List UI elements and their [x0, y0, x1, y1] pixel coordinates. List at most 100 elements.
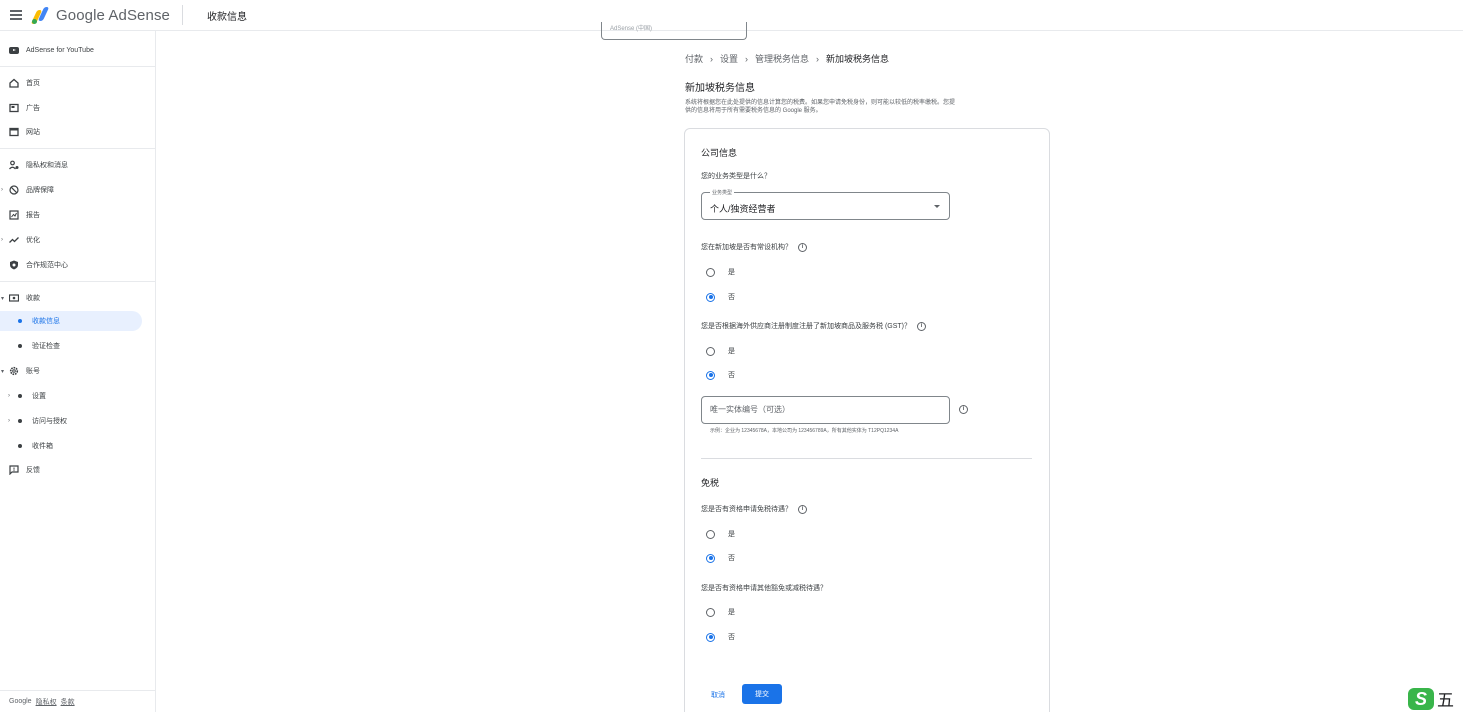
sidebar-item-label: 首页 [26, 80, 40, 87]
sidebar-item-label: 账号 [26, 368, 40, 375]
sidebar-item-home[interactable]: 首页 [0, 73, 150, 93]
submit-button[interactable]: 提交 [742, 684, 782, 704]
sidebar-item-brand-safety[interactable]: › 品牌保障 [0, 180, 150, 200]
sidebar-item-adsense-for-youtube[interactable]: AdSense for YouTube [0, 40, 150, 60]
ime-logo-icon: S [1408, 687, 1434, 710]
radio-circle[interactable] [706, 632, 715, 642]
cancel-button[interactable]: 取消 [704, 686, 732, 704]
collapse-caret-icon[interactable]: ▾ [1, 368, 4, 375]
bullet-icon [18, 319, 22, 323]
sidebar-item-payments-info[interactable]: 收款信息 [0, 311, 142, 331]
collapse-caret-icon[interactable]: ▾ [1, 295, 4, 302]
footer-google: Google [9, 698, 32, 705]
sidebar-item-label: 反馈 [26, 467, 40, 474]
expand-caret-icon[interactable]: › [8, 418, 10, 424]
sidebar-item-reports[interactable]: 报告 [0, 205, 150, 225]
pe-no-radio[interactable]: 否 [706, 292, 735, 302]
scrolled-field-remnant: AdSense (中国) [601, 22, 747, 40]
sites-icon [9, 127, 19, 137]
chevron-right-icon: › [745, 53, 749, 64]
pe-question: 您在新加坡是否有常设机构？ i [701, 242, 807, 252]
gear-icon [9, 366, 19, 376]
pe-yes-radio[interactable]: 是 [706, 267, 735, 277]
sidebar-item-sites[interactable]: 网站 [0, 122, 150, 142]
sidebar-item-label: 优化 [26, 237, 40, 244]
sidebar-divider [0, 148, 155, 149]
section-divider [701, 458, 1032, 459]
sidebar-item-verification[interactable]: 验证检查 [0, 336, 150, 356]
other-relief-question: 您是否有资格申请其他豁免或减税待遇？ [701, 585, 827, 592]
sidebar-item-privacy-messaging[interactable]: 隐私权和消息 [0, 155, 150, 175]
sidebar-item-feedback[interactable]: 反馈 [0, 460, 150, 480]
radio-circle[interactable] [706, 553, 715, 563]
sidebar-item-inbox[interactable]: 收件箱 [0, 436, 150, 456]
radio-circle[interactable] [706, 267, 715, 277]
company-info-heading: 公司信息 [701, 148, 738, 158]
gst-no-radio[interactable]: 否 [706, 370, 735, 380]
chevron-right-icon: › [710, 53, 714, 64]
youtube-icon [9, 45, 19, 55]
sidebar-item-label: 广告 [26, 105, 40, 112]
breadcrumb-settings[interactable]: 设置 [720, 52, 738, 65]
radio-circle[interactable] [706, 529, 715, 539]
sidebar-item-optimization[interactable]: › 优化 [0, 230, 150, 250]
menu-icon[interactable] [10, 10, 22, 20]
brand-name[interactable]: Google AdSense [56, 7, 170, 24]
sidebar-item-settings[interactable]: › 设置 [0, 386, 150, 406]
ime-indicator[interactable]: S 五 [1408, 686, 1454, 711]
business-type-select[interactable]: 业务类型 个人/独资经营者 [701, 189, 950, 220]
radio-circle[interactable] [706, 370, 715, 380]
uen-input[interactable] [710, 405, 940, 414]
sidebar-item-ads[interactable]: 广告 [0, 98, 150, 118]
select-floating-label: 业务类型 [710, 189, 735, 196]
payments-icon [9, 293, 19, 303]
form-description: 系统将根据您在此处提供的信息计算您的税费。如果您申请免税身份，则可能以较低的税率… [685, 100, 956, 114]
bullet-icon [18, 344, 22, 348]
terms-link[interactable]: 条款 [61, 697, 75, 707]
sidebar-item-account[interactable]: ▾ 账号 [0, 361, 150, 381]
trending-icon [9, 235, 19, 245]
people-icon [9, 160, 19, 170]
relief-yes-radio[interactable]: 是 [706, 607, 735, 617]
sidebar-item-payments[interactable]: ▾ 收款 [0, 288, 150, 308]
info-icon[interactable]: i [798, 242, 807, 252]
block-icon [9, 185, 19, 195]
sidebar-item-access-authorization[interactable]: › 访问与授权 [0, 411, 150, 431]
sidebar-divider [0, 281, 155, 282]
sidebar-item-label: 收款信息 [32, 318, 60, 325]
breadcrumb-current: 新加坡税务信息 [826, 54, 890, 64]
uen-field[interactable] [701, 396, 950, 424]
page-title: 收款信息 [207, 11, 247, 23]
exemption-heading: 免税 [701, 478, 720, 488]
breadcrumb-manage-tax[interactable]: 管理税务信息 [755, 52, 809, 65]
radio-circle[interactable] [706, 346, 715, 356]
feedback-icon [9, 465, 19, 475]
gst-question: 您是否根据海外供应商注册制度注册了新加坡商品及服务税 (GST)？ i [701, 321, 926, 331]
dropdown-arrow-icon [934, 205, 940, 208]
exemption-yes-radio[interactable]: 是 [706, 529, 735, 539]
expand-caret-icon[interactable]: › [1, 187, 3, 193]
radio-circle[interactable] [706, 292, 715, 302]
info-icon[interactable]: i [917, 321, 926, 331]
bullet-icon [18, 419, 22, 423]
radio-circle[interactable] [706, 607, 715, 617]
info-icon[interactable]: i [798, 504, 807, 514]
expand-caret-icon[interactable]: › [1, 237, 3, 243]
gst-yes-radio[interactable]: 是 [706, 346, 735, 356]
exemption-no-radio[interactable]: 否 [706, 553, 735, 563]
relief-no-radio[interactable]: 否 [706, 632, 735, 642]
sidebar-item-label: 网站 [26, 129, 40, 136]
topbar-divider [182, 5, 183, 25]
sidebar-item-policy-center[interactable]: 合作规范中心 [0, 255, 150, 275]
uen-hint: 示例：企业为 12345678A，本地公司为 123456789A，所有其他实体… [710, 428, 899, 434]
sidebar-item-label: 收款 [26, 295, 40, 302]
sidebar-item-label: 合作规范中心 [26, 262, 68, 269]
breadcrumb-payments[interactable]: 付款 [685, 52, 703, 65]
sidebar-item-label: 设置 [32, 393, 46, 400]
business-type-question: 您的业务类型是什么？ [701, 173, 771, 180]
sidebar-item-label: 品牌保障 [26, 187, 54, 194]
info-icon[interactable]: i [959, 405, 968, 414]
expand-caret-icon[interactable]: › [8, 393, 10, 399]
privacy-link[interactable]: 隐私权 [36, 697, 57, 707]
home-icon [9, 78, 19, 88]
